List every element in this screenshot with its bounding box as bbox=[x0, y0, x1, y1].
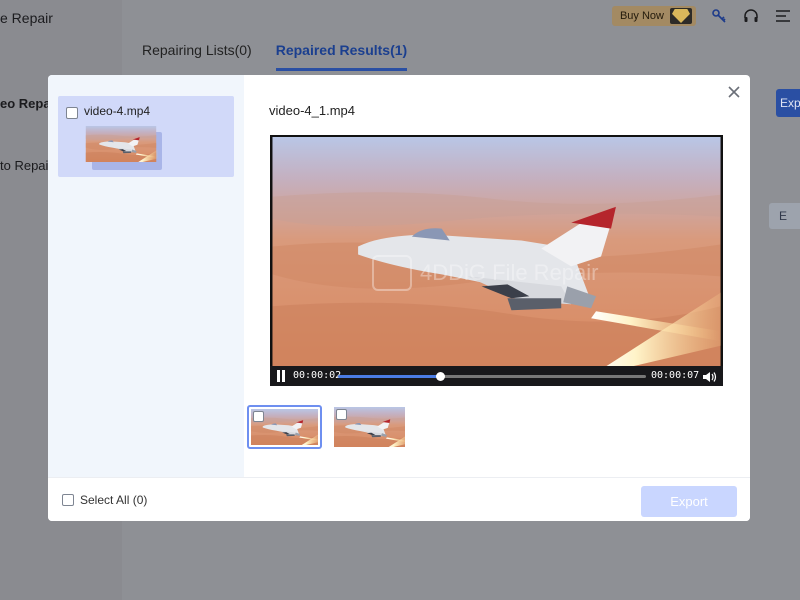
tab-repaired-results[interactable]: Repaired Results(1) bbox=[275, 42, 408, 71]
seek-handle[interactable] bbox=[435, 372, 445, 381]
background-export-button: Expo bbox=[776, 89, 800, 117]
file-list-panel: video-4.mp4 bbox=[48, 75, 244, 477]
player-controls: 00:00:02 00:00:07 bbox=[270, 366, 723, 386]
file-thumbnail bbox=[84, 126, 158, 162]
select-all[interactable]: Select All (0) bbox=[62, 493, 147, 507]
tab-repairing-lists[interactable]: Repairing Lists(0) bbox=[142, 42, 252, 71]
export-button[interactable]: Export bbox=[641, 486, 737, 517]
seek-progress bbox=[338, 375, 440, 378]
watermark: 4DDiG File Repair bbox=[372, 255, 599, 291]
repaired-preview-dialog: video-4.mp4 video-4_1.mp4 4DDiG File Rep… bbox=[48, 75, 750, 521]
buy-now-button[interactable]: Buy Now bbox=[611, 6, 696, 26]
close-icon[interactable] bbox=[726, 84, 742, 100]
list-item[interactable]: video-4.mp4 bbox=[58, 96, 234, 177]
thumbnail-checkbox[interactable] bbox=[253, 411, 264, 422]
top-toolbar: Buy Now bbox=[611, 6, 792, 26]
thumbnail-1[interactable] bbox=[247, 405, 322, 449]
file-checkbox[interactable] bbox=[66, 107, 78, 119]
preview-title: video-4_1.mp4 bbox=[269, 103, 355, 118]
key-icon[interactable] bbox=[710, 7, 728, 25]
select-all-label: Select All (0) bbox=[80, 493, 148, 507]
background-action-button: E bbox=[769, 203, 800, 229]
watermark-logo-icon bbox=[372, 255, 412, 291]
app-title: e Repair bbox=[0, 10, 53, 26]
dialog-footer: Select All (0) Export bbox=[48, 477, 750, 521]
current-time: 00:00:02 bbox=[293, 370, 342, 381]
thumbnail-strip bbox=[247, 405, 407, 449]
volume-icon[interactable] bbox=[703, 370, 717, 382]
diamond-icon bbox=[670, 8, 692, 24]
thumbnail-checkbox[interactable] bbox=[336, 409, 347, 420]
select-all-checkbox[interactable] bbox=[62, 494, 74, 506]
seek-bar[interactable] bbox=[338, 372, 646, 381]
watermark-text: 4DDiG File Repair bbox=[420, 260, 599, 285]
sidebar-item-video-repair[interactable]: eo Repai bbox=[0, 96, 54, 111]
sidebar-item-photo-repair[interactable]: to Repai bbox=[0, 158, 48, 173]
menu-icon[interactable] bbox=[774, 7, 792, 25]
result-tabs: Repairing Lists(0) Repaired Results(1) bbox=[142, 42, 408, 71]
pause-icon[interactable] bbox=[276, 370, 286, 382]
buy-now-label: Buy Now bbox=[619, 10, 664, 22]
thumbnail-2[interactable] bbox=[332, 405, 407, 449]
file-name: video-4.mp4 bbox=[84, 104, 151, 118]
video-frame: 4DDiG File Repair bbox=[272, 137, 721, 366]
video-player[interactable]: 4DDiG File Repair 00:00:02 00:00:07 bbox=[270, 135, 723, 386]
duration: 00:00:07 bbox=[651, 370, 700, 381]
headset-icon[interactable] bbox=[742, 7, 760, 25]
